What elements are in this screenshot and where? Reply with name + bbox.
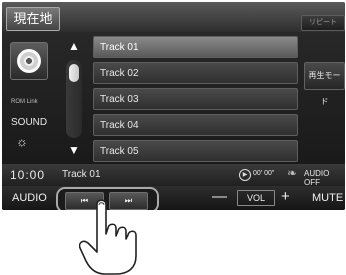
brightness-icon[interactable]: ☼: [16, 134, 28, 149]
scrollbar-track[interactable]: [66, 60, 82, 138]
status-bar: 10:00 Track 01 ▶ 00' 00" ❧ AUDIO OFF: [2, 164, 345, 187]
cd-disc-icon: [17, 49, 41, 73]
elapsed-time: 00' 00": [253, 170, 275, 177]
track-list-item[interactable]: Track 02: [93, 62, 298, 84]
volume-up-button[interactable]: +: [281, 188, 290, 205]
volume-down-button[interactable]: —: [212, 188, 227, 205]
scroll-down-button[interactable]: ▼: [63, 140, 85, 160]
track-list-item[interactable]: Track 03: [93, 88, 298, 110]
now-playing-track: Track 01: [62, 169, 101, 180]
repeat-button[interactable]: リピート: [301, 15, 345, 31]
disc-source-button[interactable]: [10, 42, 48, 80]
play-mode-button[interactable]: 再生モード: [304, 62, 345, 106]
clock: 10:00: [10, 168, 46, 182]
track-list-item[interactable]: Track 04: [93, 114, 298, 136]
sound-button[interactable]: SOUND: [11, 117, 47, 128]
feather-icon: ❧: [287, 166, 298, 180]
scroll-up-button[interactable]: ▲: [63, 36, 85, 56]
track-scroll-column: ▲ ▼: [60, 34, 88, 164]
track-list-item[interactable]: Track 05: [93, 140, 298, 162]
mute-button[interactable]: MUTE: [312, 192, 343, 204]
top-bar: 現在地 リピート: [2, 2, 345, 32]
track-list-item[interactable]: Track 01: [93, 36, 298, 58]
navigation-audio-screen: 現在地 リピート ROM Link SOUND ☼ ▲ ▼ Track 01 T…: [2, 2, 345, 210]
audio-button[interactable]: AUDIO: [12, 192, 47, 204]
pointing-hand-icon: [79, 199, 137, 275]
audio-off-button[interactable]: AUDIO OFF: [304, 169, 345, 187]
rom-link-label: ROM Link: [11, 99, 38, 105]
left-panel: ROM Link SOUND ☼: [2, 32, 52, 162]
current-position-button[interactable]: 現在地: [6, 7, 60, 31]
play-status-icon: ▶: [239, 169, 251, 181]
bottom-control-bar: AUDIO ⏮ ⏭ — VOL + MUTE: [2, 186, 345, 210]
scrollbar-thumb[interactable]: [69, 64, 79, 82]
volume-label: VOL: [237, 190, 275, 206]
